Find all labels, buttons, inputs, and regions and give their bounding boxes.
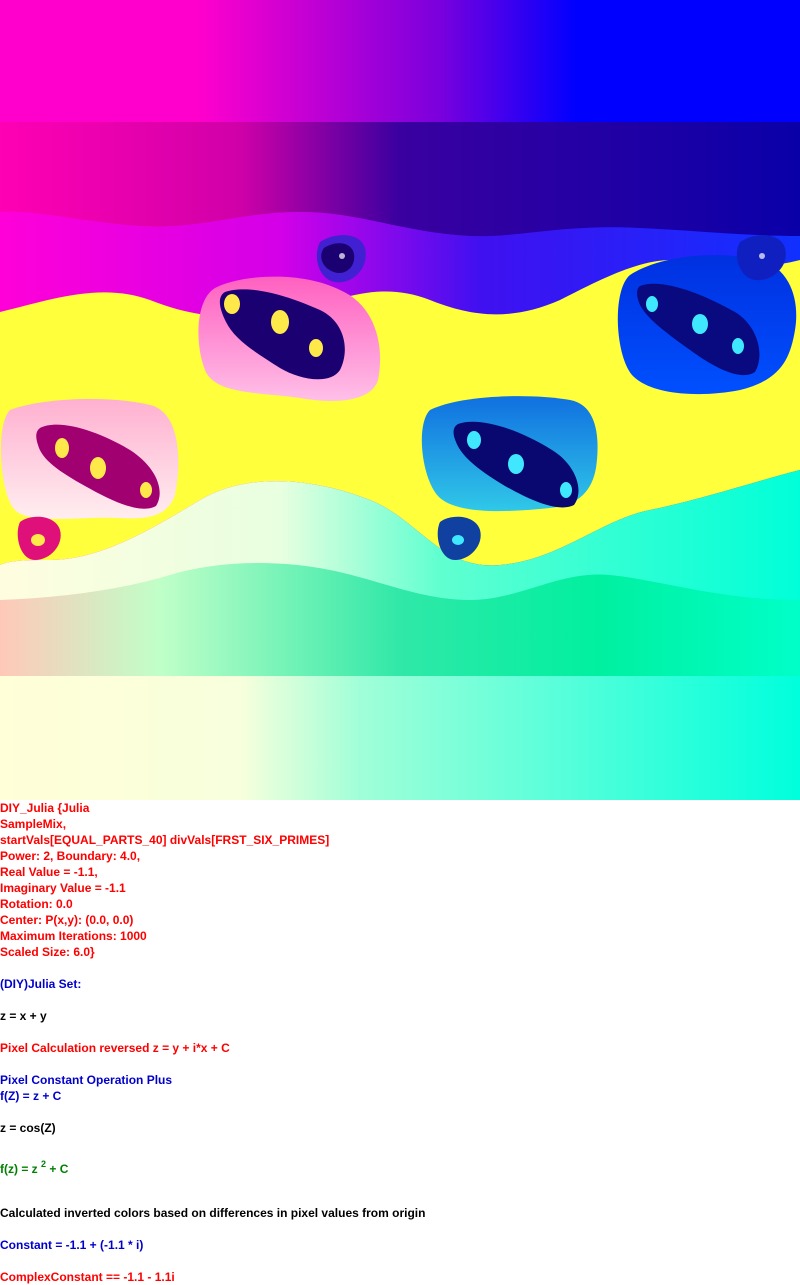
set-name: (DIY)Julia Set: [0,977,82,991]
inverted-colors-note: Calculated inverted colors based on diff… [0,1206,426,1220]
param-imaginary: Imaginary Value = -1.1 [0,881,126,895]
fractal-info-panel: DIY_Julia {Julia SampleMix, startVals[EQ… [0,800,800,1285]
param-real: Real Value = -1.1, [0,865,98,879]
fractal-image [0,0,800,800]
param-sample-mix: SampleMix, [0,817,67,831]
constant-operation: Pixel Constant Operation Plus [0,1073,173,1087]
f-power-suffix: + C [46,1162,69,1176]
pixel-calculation: Pixel Calculation reversed z = y + i*x +… [0,1041,230,1055]
param-center: Center: P(x,y): (0.0, 0.0) [0,913,134,927]
param-max-iterations: Maximum Iterations: 1000 [0,929,147,943]
f-power-formula: f(z) = z 2 + C [0,1156,68,1177]
param-start-vals: startVals[EQUAL_PARTS_40] divVals[FRST_S… [0,833,330,847]
param-title: DIY_Julia {Julia [0,801,90,815]
f-power-prefix: f(z) = z [0,1162,38,1176]
z-definition: z = x + y [0,1009,47,1023]
param-scaled-size: Scaled Size: 6.0} [0,945,95,959]
param-power: Power: 2, Boundary: 4.0, [0,849,141,863]
f-plus-formula: f(Z) = z + C [0,1089,62,1103]
complex-constant: ComplexConstant == -1.1 - 1.1i [0,1270,175,1284]
constant-value: Constant = -1.1 + (-1.1 * i) [0,1238,144,1252]
param-rotation: Rotation: 0.0 [0,897,73,911]
z-cos-formula: z = cos(Z) [0,1121,56,1135]
